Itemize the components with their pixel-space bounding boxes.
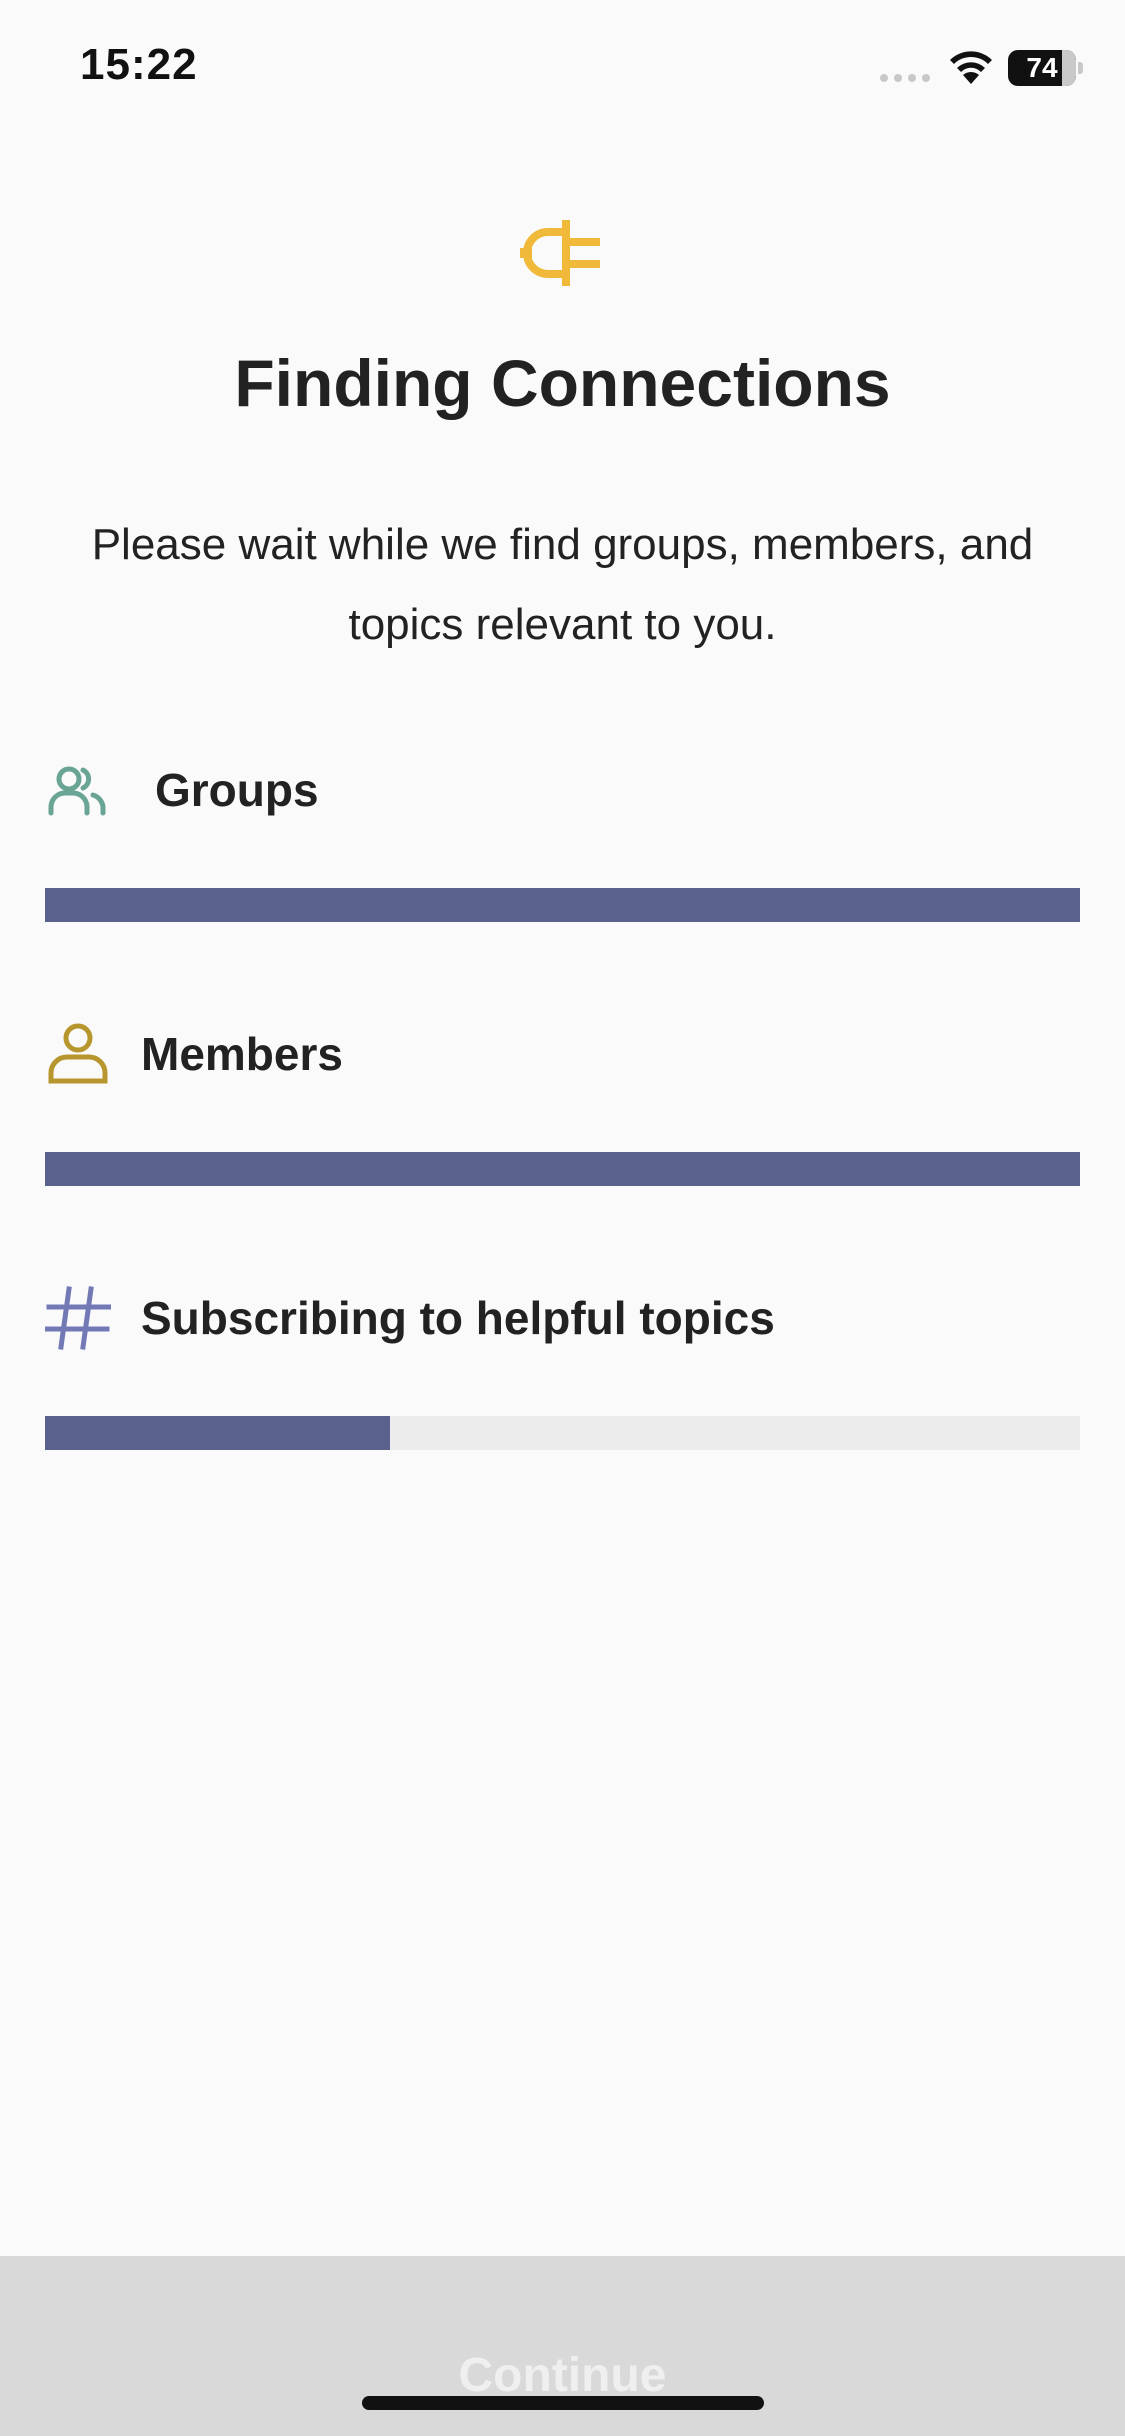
section-label-members: Members (141, 1028, 343, 1080)
home-indicator (362, 2396, 764, 2410)
progress-bar-topics (45, 1416, 1080, 1450)
progress-fill-members (45, 1152, 1080, 1186)
plug-icon (520, 220, 600, 286)
signal-dots-icon (880, 74, 930, 82)
section-members: Members (45, 1014, 1080, 1186)
battery-icon: 74 (1008, 50, 1076, 86)
hashtag-icon (45, 1286, 111, 1350)
section-label-groups: Groups (155, 764, 319, 816)
page-subtitle: Please wait while we find groups, member… (91, 520, 1034, 649)
status-bar: 15:22 74 (0, 0, 1125, 140)
page-title: Finding Connections (234, 346, 891, 420)
person-icon (48, 1023, 108, 1084)
status-time: 15:22 (80, 40, 198, 89)
progress-fill-groups (45, 888, 1080, 922)
wifi-icon (950, 51, 992, 84)
section-groups: Groups (45, 750, 1080, 922)
groups-icon (48, 766, 106, 816)
progress-bar-members (45, 1152, 1080, 1186)
progress-bar-groups (45, 888, 1080, 922)
section-label-topics: Subscribing to helpful topics (141, 1292, 775, 1344)
section-topics: Subscribing to helpful topics (45, 1278, 1080, 1450)
battery-level: 74 (1026, 52, 1058, 83)
progress-fill-topics (45, 1416, 390, 1450)
battery-nub (1078, 62, 1083, 74)
